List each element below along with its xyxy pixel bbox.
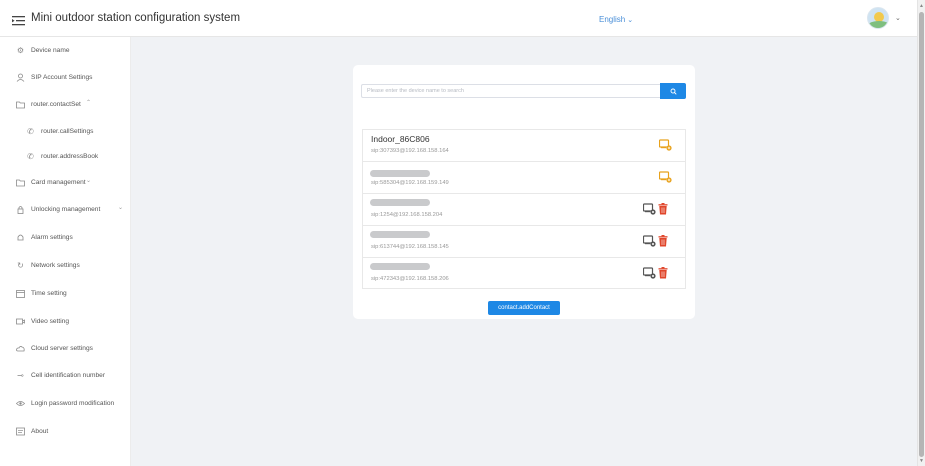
user-menu-chevron-icon[interactable]: ⌄	[895, 14, 901, 22]
contact-row[interactable]: sip:613744@192.168.158.145	[363, 226, 685, 258]
device-settings-icon[interactable]	[643, 267, 656, 279]
top-header: Mini outdoor station configuration syste…	[0, 0, 917, 37]
menu-toggle-icon[interactable]	[12, 14, 25, 26]
obscured-name-bar	[370, 199, 430, 206]
page-scrollbar[interactable]: ▲ ▼	[917, 0, 925, 466]
info-icon	[16, 427, 25, 436]
sidebar-item-cell-id[interactable]: ⊸ Cell identification number	[0, 365, 131, 385]
contact-row[interactable]: sip:472343@192.168.158.206	[363, 258, 685, 290]
sidebar-item-call-settings[interactable]: ✆ router.callSettings	[0, 121, 131, 141]
chevron-down-icon: ⌄	[85, 178, 91, 184]
search-input[interactable]	[361, 84, 660, 98]
sidebar-item-sip-account[interactable]: SIP Account Settings	[0, 67, 131, 87]
app-title: Mini outdoor station configuration syste…	[31, 12, 241, 24]
trash-icon[interactable]	[658, 203, 668, 215]
refresh-icon: ↻	[17, 260, 24, 270]
contact-row[interactable]: sip:1254@192.168.158.204	[363, 194, 685, 226]
sidebar-item-label: Login password modification	[31, 399, 115, 407]
bell-icon	[16, 233, 25, 242]
main-content: Indoor_86C806 sip:307393@192.168.158.164…	[131, 37, 917, 466]
folder-icon	[16, 100, 25, 109]
sidebar-item-label: Cloud server settings	[31, 344, 93, 352]
add-device-icon[interactable]	[659, 139, 672, 151]
folder-icon	[16, 178, 25, 187]
language-label: English	[599, 15, 626, 24]
contact-sip: sip:613744@192.168.158.145	[371, 244, 449, 250]
sidebar-nav: ⚙ Device name SIP Account Settings route…	[0, 37, 131, 466]
search-button[interactable]	[660, 83, 686, 99]
sidebar-item-label: SIP Account Settings	[31, 73, 93, 81]
lock-icon	[16, 205, 25, 214]
sidebar-item-network-settings[interactable]: ↻ Network settings	[0, 255, 131, 275]
user-icon	[16, 73, 25, 82]
trash-icon[interactable]	[658, 267, 668, 279]
obscured-name-bar	[370, 231, 430, 238]
avatar-hill-shape	[868, 21, 888, 28]
sidebar-item-label: Time setting	[31, 289, 67, 297]
contact-row[interactable]: Indoor_86C806 sip:307393@192.168.158.164	[363, 130, 685, 162]
cloud-icon	[16, 344, 25, 353]
chevron-down-icon: ⌄	[117, 205, 123, 211]
sidebar-item-label: Unlocking management	[31, 205, 101, 213]
gear-icon: ⚙	[16, 45, 25, 55]
sidebar-item-address-book[interactable]: ✆ router.addressBook	[0, 146, 131, 166]
device-settings-icon[interactable]	[643, 203, 656, 215]
contact-row[interactable]: sip:585304@192.168.159.149	[363, 162, 685, 194]
contact-sip: sip:307393@192.168.158.164	[371, 148, 449, 154]
sidebar-item-label: router.contactSet	[31, 100, 81, 108]
scrollbar-thumb[interactable]	[919, 12, 924, 457]
contact-list: Indoor_86C806 sip:307393@192.168.158.164…	[362, 129, 686, 289]
scroll-down-icon[interactable]: ▼	[919, 458, 924, 464]
user-avatar[interactable]	[867, 7, 889, 29]
sidebar-item-alarm-settings[interactable]: Alarm settings	[0, 227, 131, 247]
video-icon	[16, 317, 25, 326]
app-root: Mini outdoor station configuration syste…	[0, 0, 925, 466]
chevron-down-icon: ⌄	[627, 17, 634, 24]
scroll-up-icon[interactable]: ▲	[919, 3, 924, 9]
tag-icon: ⊸	[17, 370, 24, 380]
sidebar-item-login-password[interactable]: Login password modification	[0, 393, 131, 413]
sidebar-item-label: Network settings	[31, 261, 80, 269]
device-settings-icon[interactable]	[643, 235, 656, 247]
add-device-icon[interactable]	[659, 171, 672, 183]
sidebar-item-unlocking-management[interactable]: Unlocking management ⌄	[0, 199, 131, 219]
contact-name: Indoor_86C806	[371, 134, 430, 144]
sidebar-item-label: Video setting	[31, 317, 70, 325]
sidebar-item-label: router.callSettings	[41, 127, 94, 135]
search-icon	[670, 88, 677, 95]
sidebar-item-contact-set[interactable]: router.contactSet ⌃	[0, 94, 131, 114]
sidebar-item-card-management[interactable]: Card management ⌄	[0, 172, 131, 192]
calendar-icon	[16, 289, 25, 298]
trash-icon[interactable]	[658, 235, 668, 247]
sidebar-item-label: Cell identification number	[31, 371, 106, 379]
add-contact-button[interactable]: contact.addContact	[488, 301, 560, 315]
language-select[interactable]: English ⌄	[599, 15, 633, 24]
sidebar-item-device-name[interactable]: ⚙ Device name	[0, 40, 131, 60]
obscured-name-bar	[370, 263, 430, 270]
sidebar-item-cloud-server[interactable]: Cloud server settings	[0, 338, 131, 358]
sidebar-item-label: Alarm settings	[31, 233, 73, 241]
sidebar-item-label: router.addressBook	[41, 152, 99, 160]
phone-icon: ✆	[27, 126, 34, 136]
sidebar-item-time-setting[interactable]: Time setting	[0, 283, 131, 303]
chevron-up-icon: ⌃	[85, 100, 91, 106]
add-contact-wrapper: contact.addContact	[353, 296, 695, 315]
sidebar-item-label: About	[31, 427, 49, 435]
eye-icon	[15, 399, 26, 408]
sidebar-item-label: Card management	[31, 178, 86, 186]
contact-sip: sip:472343@192.168.158.206	[371, 276, 449, 282]
contact-sip: sip:1254@192.168.158.204	[371, 212, 443, 218]
contact-sip: sip:585304@192.168.159.149	[371, 180, 449, 186]
sidebar-item-video-setting[interactable]: Video setting	[0, 311, 131, 331]
obscured-name-bar	[370, 170, 430, 177]
contact-card: Indoor_86C806 sip:307393@192.168.158.164…	[353, 65, 695, 319]
sidebar-item-label: Device name	[31, 46, 70, 54]
sidebar-item-about[interactable]: About	[0, 421, 131, 441]
phone-icon: ✆	[27, 151, 34, 161]
